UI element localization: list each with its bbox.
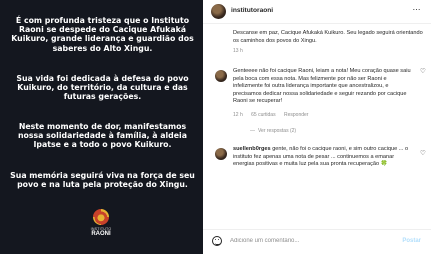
image-text-paragraph: Neste momento de dor, manifestamos nossa… xyxy=(17,122,187,150)
author-avatar[interactable] xyxy=(211,4,226,19)
like-comment-heart-icon[interactable]: ♡ xyxy=(420,67,426,75)
comments-panel: institutoraoni ⋯ Descanse em paz, Caciqu… xyxy=(203,0,431,254)
commenter-avatar[interactable] xyxy=(215,148,227,160)
emoji-icon[interactable] xyxy=(212,236,222,246)
comment-composer: Postar xyxy=(203,230,431,254)
post-dialog: É com profunda tristeza que o Instituto … xyxy=(0,0,431,254)
post-image: É com profunda tristeza que o Instituto … xyxy=(0,0,203,254)
image-text-paragraph: É com profunda tristeza que o Instituto … xyxy=(11,16,194,53)
commenter-avatar[interactable] xyxy=(215,70,227,82)
view-replies-button[interactable]: — Ver respostas (2) xyxy=(250,128,303,134)
caption-text: Descanse em paz, Cacique Afukaká Kuikuro… xyxy=(233,30,423,44)
caption-meta: 13 h xyxy=(233,48,250,54)
post-header: institutoraoni ⋯ xyxy=(203,0,431,24)
image-text-paragraph: Sua vida foi dedicada à defesa do povo K… xyxy=(16,74,189,102)
brand-emblem-icon xyxy=(93,209,109,225)
like-comment-heart-icon[interactable]: ♡ xyxy=(420,149,426,157)
image-text-paragraph: Sua memória seguirá viva na força de seu… xyxy=(10,171,195,190)
comment-input[interactable] xyxy=(230,235,390,247)
comment-likes[interactable]: 65 curtidas xyxy=(251,112,275,118)
comment-text: suellenb0rges gente, não foi o cacique r… xyxy=(233,146,417,169)
brand-line-2: RAONI xyxy=(91,231,111,237)
more-options-icon[interactable]: ⋯ xyxy=(413,5,422,14)
author-username[interactable]: institutoraoni xyxy=(231,7,273,14)
post-button[interactable]: Postar xyxy=(402,238,421,244)
emoji-icon-mouth xyxy=(215,243,220,245)
reply-button[interactable]: Responder xyxy=(284,112,308,118)
view-replies-label: Ver respostas (2) xyxy=(258,128,297,134)
instituto-raoni-logo: INSTITUTO RAONI xyxy=(84,209,118,243)
comment-username[interactable]: suellenb0rges xyxy=(233,146,271,152)
comment-text: Genteeee não foi cacique Raoni, leiam a … xyxy=(233,68,411,105)
comment-timestamp: 12 h xyxy=(233,112,243,118)
comment-meta: 12 h 65 curtidas Responder xyxy=(233,112,315,118)
caption-timestamp: 13 h xyxy=(233,48,243,54)
